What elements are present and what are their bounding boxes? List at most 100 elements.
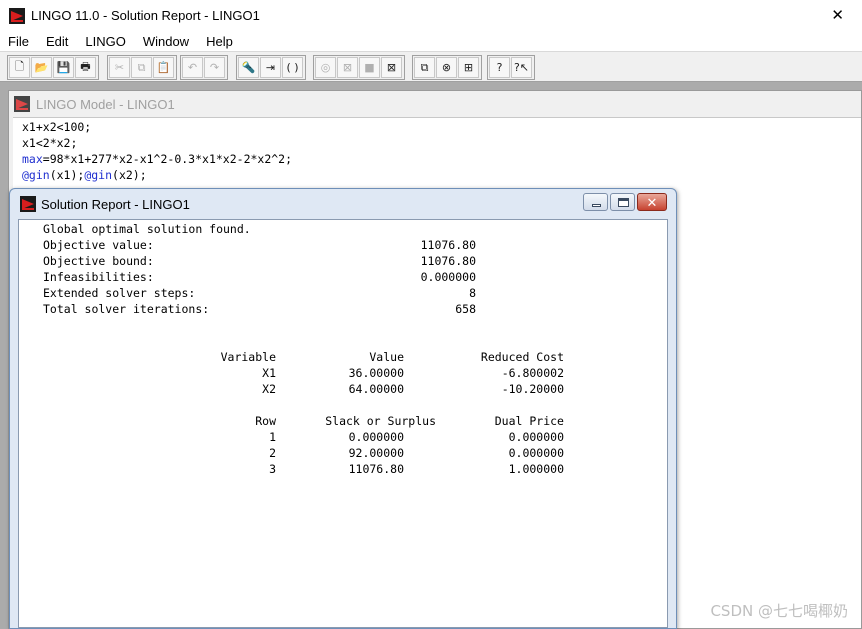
menu-edit[interactable]: Edit [38, 34, 77, 49]
code-keyword: max [22, 152, 43, 166]
lingo-model-icon [14, 96, 30, 112]
code-line[interactable]: @gin(x1);@gin(x2); [22, 167, 861, 183]
code-keyword: @gin [22, 168, 50, 182]
variable-value: 36.00000 [348, 366, 404, 380]
interrupt-icon[interactable]: ■ [359, 57, 380, 78]
code-text: (x2); [112, 168, 147, 182]
new-icon[interactable]: 🗋 [9, 57, 30, 78]
stat-label: Extended solver steps: [43, 286, 196, 300]
watermark: CSDN @七七喝椰奶 [710, 602, 848, 620]
app-title-bar[interactable]: LINGO 11.0 - Solution Report - LINGO1 ✕ [0, 0, 862, 31]
lingo-report-icon [20, 196, 36, 212]
goto-line-icon[interactable]: ⇥ [260, 57, 281, 78]
app-close-icon[interactable]: ✕ [831, 6, 844, 24]
mdi-client-area: LINGO Model - LINGO1 x1+x2<100; x1<2*x2; m… [0, 82, 862, 629]
report-line: X1 36.00000 -6.800002 [19, 365, 667, 381]
stat-value: 658 [455, 302, 476, 316]
code-line[interactable]: x1+x2<100; [22, 119, 861, 135]
toolbar: 🗋 📂 💾 🖶 ✂ ⧉ 📋 ↶ ↷ 🔦 ⇥( ) ◎ ⊠ ■ ⊠ ⧉ ⊗ ⊞? ?↖ [0, 51, 862, 82]
report-line [19, 317, 667, 333]
close-icon: ✕ [646, 195, 658, 210]
report-line: Variable Value Reduced Cost [19, 349, 667, 365]
report-line: 1 0.000000 0.000000 [19, 429, 667, 445]
app-title: LINGO 11.0 - Solution Report - LINGO1 [31, 8, 260, 23]
solution-window-title-bar[interactable]: Solution Report - LINGO1 ✕ [10, 189, 676, 219]
code-line[interactable]: max=98*x1+277*x2-x1^2-0.3*x1*x2-2*x2^2; [22, 151, 861, 167]
code-text: x1+x2<100; [22, 120, 92, 134]
open-icon[interactable]: 📂 [31, 57, 52, 78]
model-window-title-bar[interactable]: LINGO Model - LINGO1 [9, 91, 861, 117]
value-header: Value [369, 350, 404, 364]
stat-value: 11076.80 [420, 238, 476, 252]
menu-lingo[interactable]: LINGO [77, 34, 134, 49]
close-button[interactable]: ✕ [637, 193, 667, 211]
toolbar-group: ⧉ ⊗ ⊞ [412, 55, 482, 80]
row-header: Row [255, 414, 276, 428]
row-number: 3 [269, 462, 276, 476]
stat-value: 0.000000 [420, 270, 476, 284]
toolbar-group: 🔦 ⇥( ) [236, 55, 306, 80]
lingo-app-icon[interactable] [9, 7, 25, 24]
dual-price-header: Dual Price [494, 414, 564, 428]
solution-report-window[interactable]: Solution Report - LINGO1 ✕ Global optima… [9, 188, 677, 629]
solution-report-body[interactable]: Global optimal solution found. Objective … [18, 219, 668, 628]
solve-icon[interactable]: ◎ [315, 57, 336, 78]
dual-price: 0.000000 [508, 446, 564, 460]
tile-icon[interactable]: ⊞ [458, 57, 479, 78]
toolbar-group: ✂ ⧉ 📋 [107, 55, 177, 80]
stat-label: Infeasibilities: [43, 270, 154, 284]
stat-value: 11076.80 [420, 254, 476, 268]
toolbar-group: ↶ ↷ [180, 55, 228, 80]
menu-window[interactable]: Window [135, 34, 198, 49]
report-line: X2 64.00000 -10.20000 [19, 381, 667, 397]
redo-icon[interactable]: ↷ [204, 57, 225, 78]
minimize-button[interactable] [583, 193, 608, 211]
report-line: 3 11076.80 1.000000 [19, 461, 667, 477]
report-line: Infeasibilities: 0.000000 [19, 269, 667, 285]
maximize-icon [618, 198, 629, 207]
toolbar-group: ? ?↖ [487, 55, 535, 80]
code-line[interactable]: x1<2*x2; [22, 135, 861, 151]
print-icon[interactable]: 🖶 [75, 57, 96, 78]
undo-icon[interactable]: ↶ [182, 57, 203, 78]
copy-icon[interactable]: ⧉ [131, 57, 152, 78]
paste-icon[interactable]: 📋 [153, 57, 174, 78]
reduced-cost-header: Reduced Cost [480, 350, 564, 364]
report-line [19, 397, 667, 413]
report-line: Objective value: 11076.80 [19, 237, 667, 253]
model-window-title: LINGO Model - LINGO1 [36, 96, 175, 112]
slack-value: 92.00000 [348, 446, 404, 460]
report-line: 2 92.00000 0.000000 [19, 445, 667, 461]
solution-icon[interactable]: ⊠ [337, 57, 358, 78]
report-line: Total solver iterations: 658 [19, 301, 667, 317]
variable-header: Variable [220, 350, 276, 364]
maximize-button[interactable] [610, 193, 635, 211]
dual-price: 1.000000 [508, 462, 564, 476]
reduced-cost: -6.800002 [501, 366, 564, 380]
report-line [19, 333, 667, 349]
send-to-back-icon[interactable]: ⧉ [414, 57, 435, 78]
variable-value: 64.00000 [348, 382, 404, 396]
stat-value: 8 [469, 286, 476, 300]
toolbar-group: 🗋 📂 💾 🖶 [7, 55, 99, 80]
code-text: =98*x1+277*x2-x1^2-0.3*x1*x2-2*x2^2; [42, 152, 293, 166]
toolbar-group: ◎ ⊠ ■ ⊠ [313, 55, 405, 80]
model-code[interactable]: x1+x2<100; x1<2*x2; max=98*x1+277*x2-x1^2-… [13, 118, 861, 183]
save-icon[interactable]: 💾 [53, 57, 74, 78]
stat-label: Total solver iterations: [43, 302, 210, 316]
options-icon[interactable]: ⊗ [436, 57, 457, 78]
match-paren-icon[interactable]: ( ) [282, 57, 303, 78]
context-help-icon[interactable]: ?↖ [511, 57, 532, 78]
slack-value: 11076.80 [348, 462, 404, 476]
menu-help[interactable]: Help [198, 34, 242, 49]
cut-icon[interactable]: ✂ [109, 57, 130, 78]
reduced-cost: -10.20000 [501, 382, 564, 396]
variable-name: X2 [262, 382, 276, 396]
stat-label: Objective value: [43, 238, 154, 252]
menu-file[interactable]: File [0, 34, 38, 49]
variable-name: X1 [262, 366, 276, 380]
help-icon[interactable]: ? [489, 57, 510, 78]
close-all-icon[interactable]: ⊠ [381, 57, 402, 78]
minimize-icon [592, 204, 601, 207]
find-icon[interactable]: 🔦 [238, 57, 259, 78]
